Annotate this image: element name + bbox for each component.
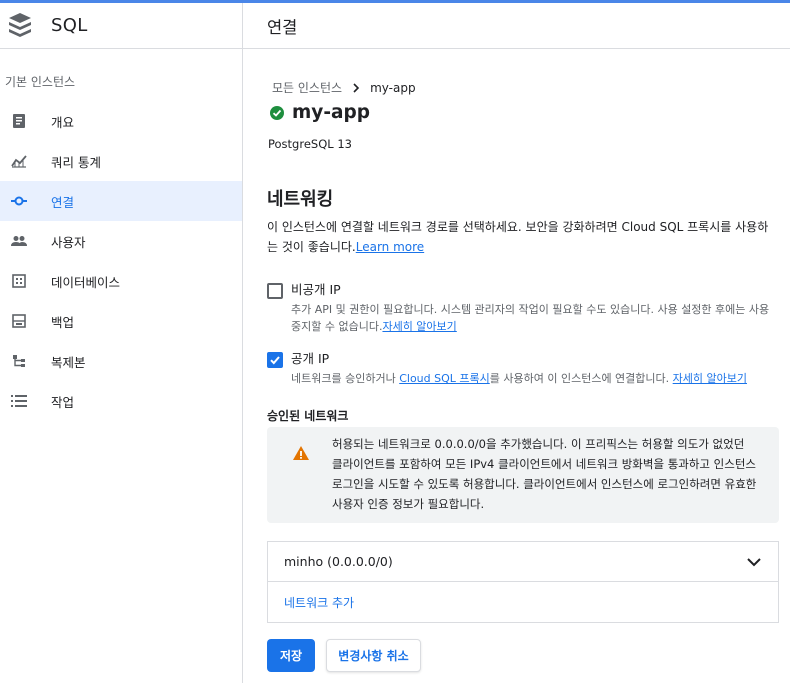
- checkmark-icon: [270, 356, 280, 365]
- sidebar-item-label: 개요: [51, 114, 75, 130]
- users-icon: [11, 233, 27, 249]
- public-ip-learn-more-link[interactable]: 자세히 알아보기: [673, 372, 747, 385]
- cancel-changes-button[interactable]: 변경사항 취소: [326, 639, 421, 672]
- operations-icon: [11, 393, 27, 409]
- sidebar-item-label: 사용자: [51, 234, 86, 250]
- sidebar: SQL 기본 인스턴스 개요 쿼리 통계 연결 사용자 데이터베이스 백업 복제…: [0, 3, 243, 683]
- page-title: 연결: [267, 17, 298, 37]
- warning-banner: 허용되는 네트워크로 0.0.0.0/0을 추가했습니다. 이 프리픽스는 허용…: [267, 427, 779, 523]
- sidebar-item-label: 쿼리 통계: [51, 154, 101, 170]
- chevron-right-icon: [352, 82, 360, 93]
- warning-icon: [292, 444, 310, 462]
- query-insights-icon: [11, 153, 27, 169]
- connections-icon: [11, 193, 27, 209]
- authorized-networks-title: 승인된 네트워크: [267, 409, 349, 423]
- sidebar-item-databases[interactable]: 데이터베이스: [0, 261, 242, 301]
- breadcrumb: 모든 인스턴스 my-app: [272, 79, 416, 96]
- sidebar-brand: SQL: [0, 3, 242, 49]
- sidebar-item-backups[interactable]: 백업: [0, 301, 242, 341]
- sidebar-section-label: 기본 인스턴스: [5, 75, 76, 89]
- private-ip-checkbox[interactable]: [267, 283, 283, 299]
- add-network-button[interactable]: 네트워크 추가: [268, 582, 778, 622]
- sidebar-item-query-insights[interactable]: 쿼리 통계: [0, 141, 242, 181]
- warning-text: 허용되는 네트워크로 0.0.0.0/0을 추가했습니다. 이 프리픽스는 허용…: [332, 437, 757, 511]
- network-label: minho (0.0.0.0/0): [284, 554, 393, 569]
- sidebar-item-label: 연결: [51, 194, 75, 210]
- breadcrumb-current: my-app: [370, 80, 416, 95]
- sidebar-item-label: 데이터베이스: [51, 274, 121, 290]
- public-ip-help: 네트워크를 승인하거나 Cloud SQL 프록시를 사용하여 이 인스턴스에 …: [291, 370, 779, 387]
- public-ip-help-prefix: 네트워크를 승인하거나: [291, 372, 400, 385]
- app-title: SQL: [51, 15, 88, 36]
- backups-icon: [11, 313, 27, 329]
- replicas-icon: [11, 353, 27, 369]
- form-actions: 저장 변경사항 취소: [267, 639, 421, 672]
- network-item[interactable]: minho (0.0.0.0/0): [268, 542, 778, 582]
- public-ip-label: 공개 IP: [291, 351, 330, 366]
- learn-more-link[interactable]: Learn more: [356, 240, 424, 254]
- authorized-networks-list: minho (0.0.0.0/0) 네트워크 추가: [267, 541, 779, 623]
- sidebar-item-overview[interactable]: 개요: [0, 101, 242, 141]
- networking-description-text: 이 인스턴스에 연결할 네트워크 경로를 선택하세요. 보안을 강화하려면 Cl…: [267, 220, 769, 254]
- sidebar-item-replicas[interactable]: 복제본: [0, 341, 242, 381]
- private-ip-help: 추가 API 및 권한이 필요합니다. 시스템 관리자의 작업이 필요할 수도 …: [291, 301, 779, 335]
- main-header: 연결: [243, 3, 790, 49]
- private-ip-option: 비공개 IP 추가 API 및 권한이 필요합니다. 시스템 관리자의 작업이 …: [267, 281, 779, 335]
- networking-description: 이 인스턴스에 연결할 네트워크 경로를 선택하세요. 보안을 강화하려면 Cl…: [267, 217, 772, 257]
- private-ip-learn-more-link[interactable]: 자세히 알아보기: [382, 320, 456, 333]
- db-version: PostgreSQL 13: [268, 137, 352, 151]
- save-button[interactable]: 저장: [267, 639, 315, 672]
- sidebar-item-label: 복제본: [51, 354, 86, 370]
- sidebar-item-connections[interactable]: 연결: [0, 181, 242, 221]
- sidebar-item-users[interactable]: 사용자: [0, 221, 242, 261]
- sidebar-item-label: 작업: [51, 394, 75, 410]
- sql-logo-icon: [7, 11, 33, 41]
- breadcrumb-all-instances[interactable]: 모든 인스턴스: [272, 79, 342, 96]
- sidebar-item-label: 백업: [51, 314, 75, 330]
- instance-title: my-app: [269, 102, 370, 123]
- networking-title: 네트워킹: [267, 189, 334, 210]
- cloud-sql-proxy-link[interactable]: Cloud SQL 프록시: [399, 372, 490, 385]
- main-panel: 연결 모든 인스턴스 my-app my-app PostgreSQL 13 네…: [243, 3, 790, 683]
- public-ip-option: 공개 IP 네트워크를 승인하거나 Cloud SQL 프록시를 사용하여 이 …: [267, 350, 779, 387]
- private-ip-label: 비공개 IP: [291, 282, 341, 297]
- databases-icon: [11, 273, 27, 289]
- instance-name: my-app: [292, 102, 370, 123]
- public-ip-help-suffix: 를 사용하여 이 인스턴스에 연결합니다.: [489, 372, 673, 385]
- check-circle-icon: [269, 105, 285, 121]
- sidebar-item-operations[interactable]: 작업: [0, 381, 242, 421]
- overview-icon: [11, 113, 27, 129]
- private-ip-help-text: 추가 API 및 권한이 필요합니다. 시스템 관리자의 작업이 필요할 수도 …: [291, 303, 770, 333]
- public-ip-checkbox[interactable]: [267, 352, 283, 368]
- chevron-down-icon[interactable]: [746, 552, 762, 571]
